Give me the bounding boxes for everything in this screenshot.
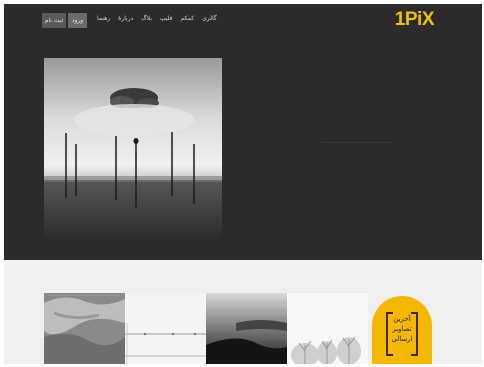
header: ثبت نام ورود گالری کمکم فلیپ بلاگ درباره… [4, 4, 482, 260]
minimal-line-photo-icon [125, 293, 206, 364]
nav-item-guide[interactable]: رهنما [97, 15, 110, 22]
badge-line-2: تصاویر [392, 325, 412, 333]
gallery-thumb-1[interactable] [44, 293, 125, 364]
nav-item-blog[interactable]: بلاگ [141, 15, 152, 22]
gallery-thumb-3[interactable] [206, 293, 287, 364]
badge-line-3: ارسالی [391, 335, 413, 343]
gallery-thumb-2[interactable] [125, 293, 206, 364]
nav-item-2[interactable]: کمکم [180, 15, 194, 22]
nav-item-gallery[interactable]: گالری [202, 15, 217, 22]
gallery-thumb-4[interactable] [287, 293, 368, 364]
recent-uploads-badge[interactable]: آخرین تصاویر ارسالی [372, 296, 432, 364]
hero-photo[interactable] [44, 58, 222, 236]
bedsheet-photo-icon [44, 293, 125, 364]
dark-coast-photo-icon [206, 293, 287, 364]
main-nav: گالری کمکم فلیپ بلاگ دربارهٔ رهنما [97, 15, 217, 22]
login-button[interactable]: ورود [68, 13, 87, 28]
recent-uploads-label: آخرین تصاویر ارسالی [372, 314, 432, 344]
register-button[interactable]: ثبت نام [42, 13, 66, 28]
recent-gallery [44, 293, 368, 364]
page-frame: ثبت نام ورود گالری کمکم فلیپ بلاگ درباره… [4, 4, 482, 364]
badge-line-1: آخرین [393, 315, 411, 323]
foggy-landscape-icon [44, 58, 222, 236]
hero-divider [322, 142, 392, 143]
site-logo[interactable]: 1PiX [395, 9, 435, 31]
nav-item-about[interactable]: دربارهٔ [118, 15, 133, 22]
nav-item-3[interactable]: فلیپ [160, 15, 173, 22]
winter-trees-photo-icon [287, 293, 368, 364]
